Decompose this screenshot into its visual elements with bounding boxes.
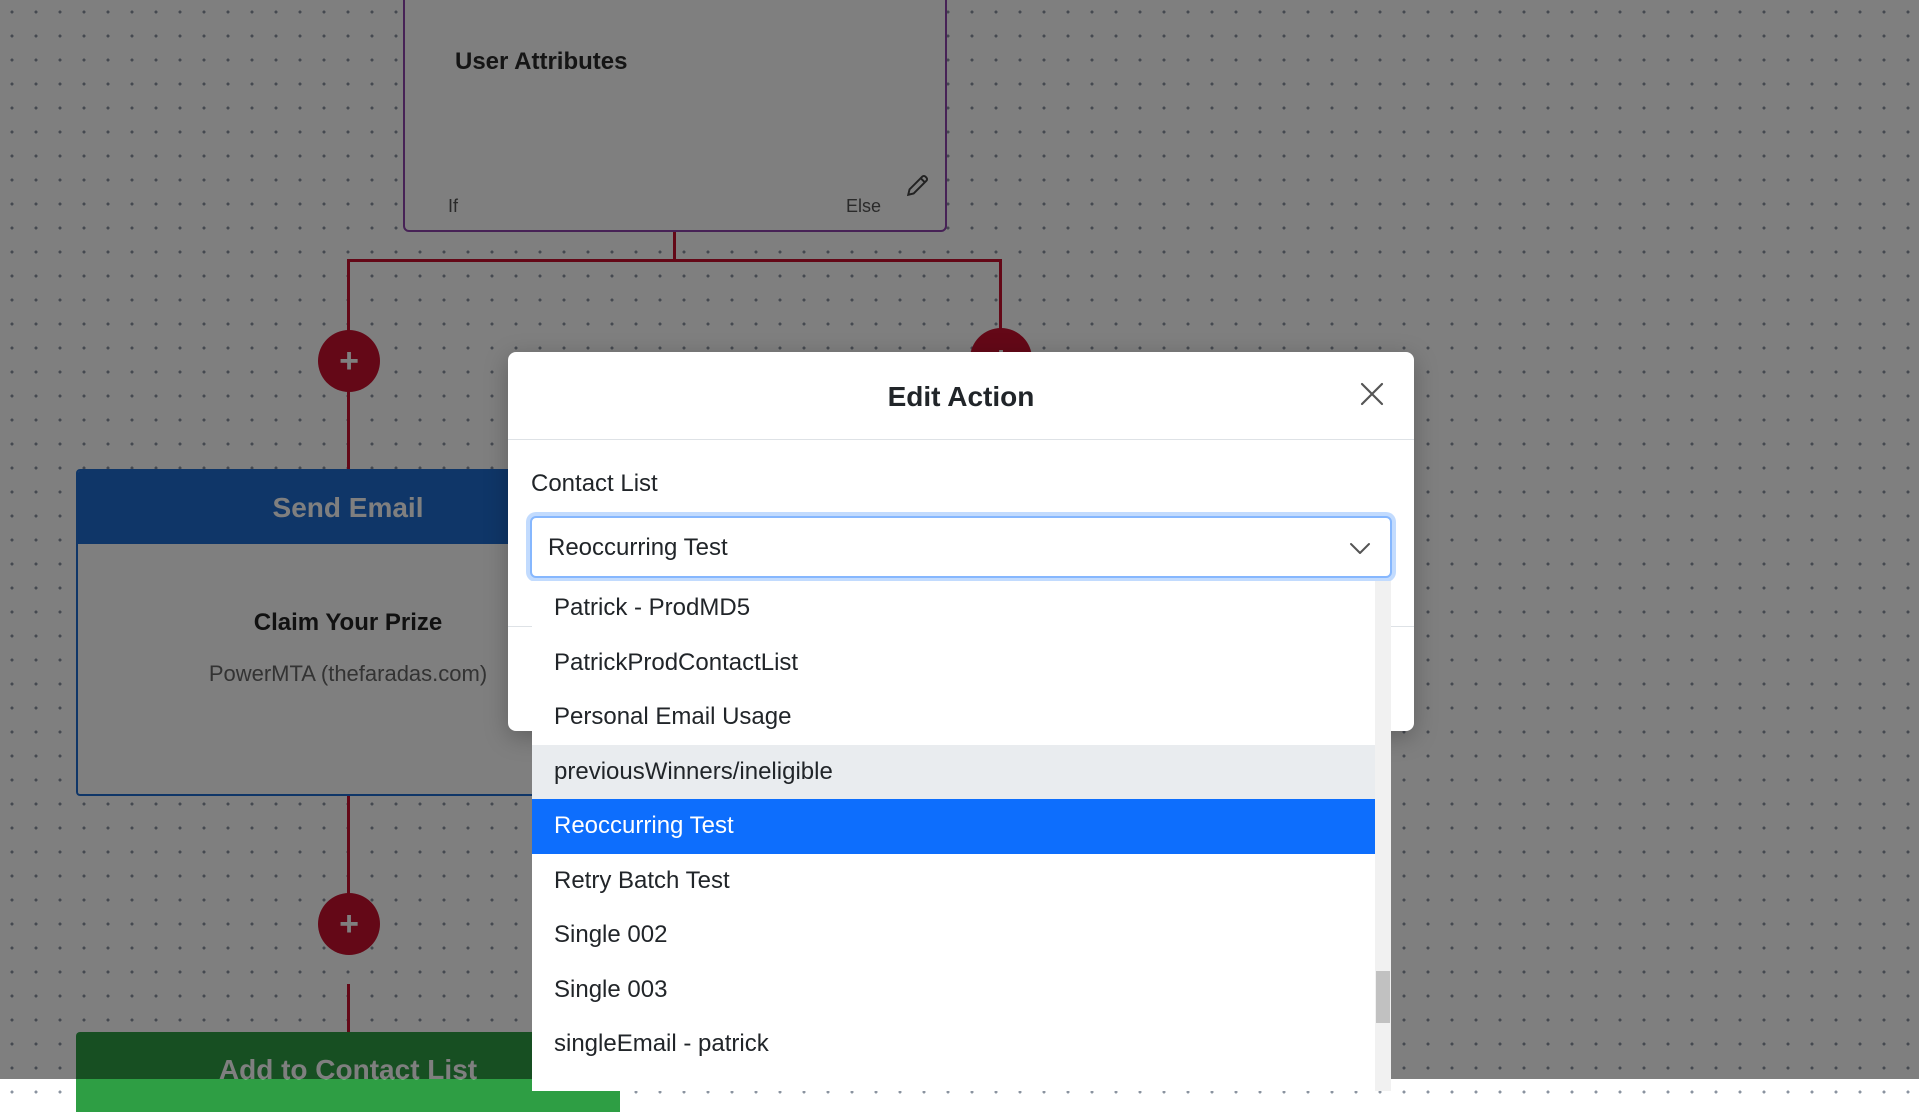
contact-list-select[interactable]: Reoccurring Test (530, 516, 1392, 578)
dropdown-option-selected[interactable]: Reoccurring Test (532, 799, 1375, 854)
contact-list-label: Contact List (531, 470, 658, 497)
dropdown-option[interactable]: Personal Email Usage (532, 690, 1375, 745)
contact-list-selected-value: Reoccurring Test (548, 534, 728, 561)
dropdown-scrollbar[interactable] (1375, 581, 1391, 1091)
dropdown-option[interactable]: PatrickProdContactList (532, 636, 1375, 691)
close-icon (1360, 382, 1384, 406)
contact-list-dropdown[interactable]: Patrick - ProdMD5 PatrickProdContactList… (532, 581, 1391, 1091)
modal-title: Edit Action (887, 381, 1035, 412)
dropdown-option-hovered[interactable]: previousWinners/ineligible (532, 744, 1375, 799)
dropdown-option[interactable]: Retry Batch Test (532, 854, 1375, 909)
dropdown-option[interactable]: singleEmail - patrick (532, 1017, 1375, 1072)
modal-header: Edit Action (508, 352, 1414, 440)
dropdown-option[interactable]: Patrick - ProdMD5 (532, 581, 1375, 636)
chevron-down-icon (1348, 536, 1372, 560)
dropdown-option[interactable]: Single 003 (532, 963, 1375, 1018)
close-button[interactable] (1352, 374, 1392, 414)
dropdown-option[interactable]: Single 002 (532, 908, 1375, 963)
dropdown-scrollbar-thumb[interactable] (1376, 971, 1390, 1023)
